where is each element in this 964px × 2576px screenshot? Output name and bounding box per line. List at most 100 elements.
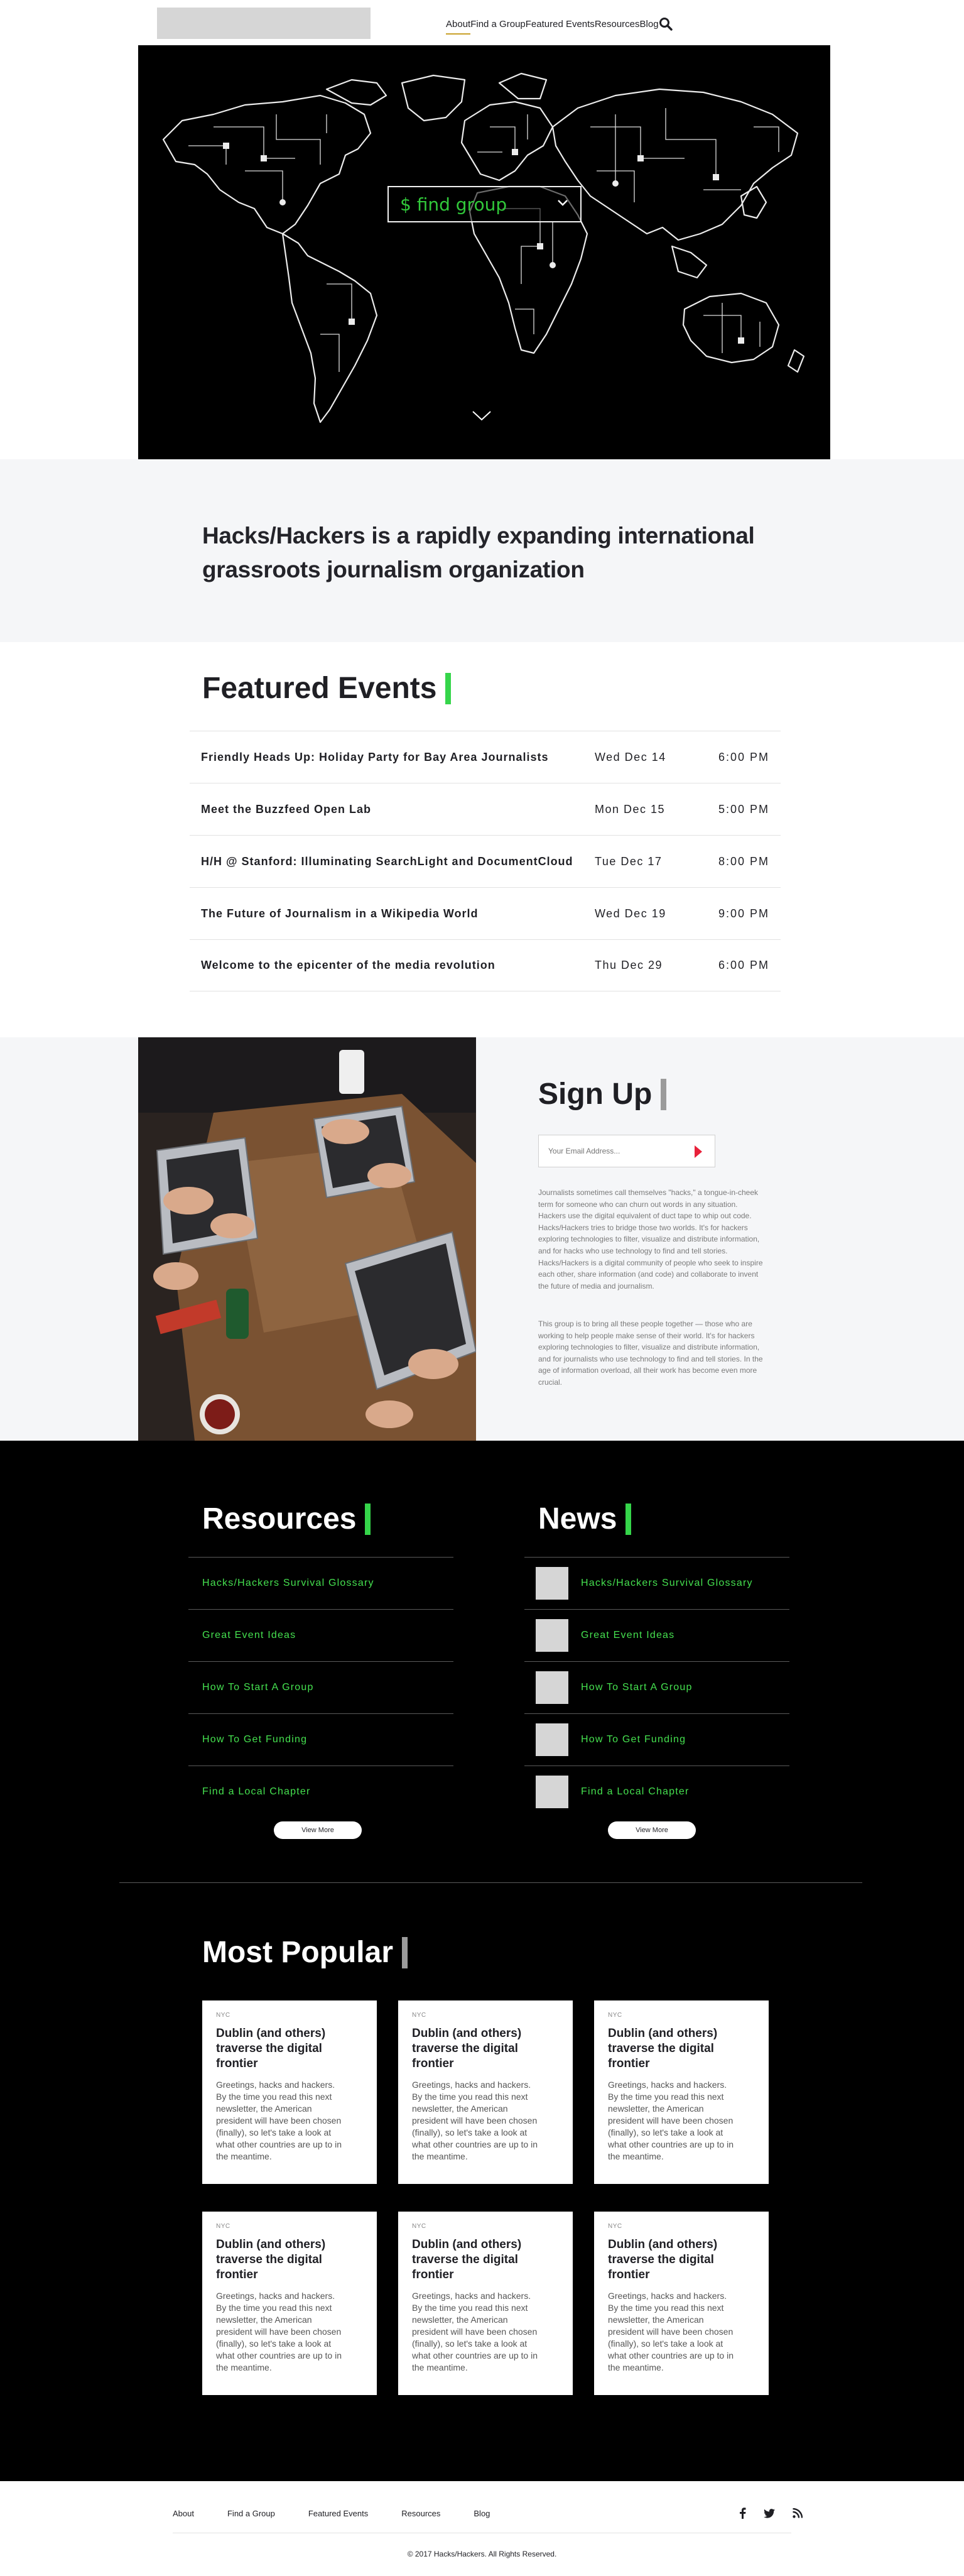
popular-card[interactable]: NYC Dublin (and others) traverse the dig… <box>594 2212 769 2395</box>
card-title: Dublin (and others) traverse the digital… <box>412 2238 522 2281</box>
card-title: Dublin (and others) traverse the digital… <box>608 2027 718 2070</box>
footer-nav-resources[interactable]: Resources <box>401 2509 440 2518</box>
card-body: Greetings, hacks and hackers. By the tim… <box>608 2080 734 2161</box>
event-title: Welcome to the epicenter of the media re… <box>201 959 496 971</box>
mission-statement: Hacks/Hackers is a rapidly expanding int… <box>202 523 755 582</box>
section-divider <box>119 1882 862 1883</box>
event-title: H/H @ Stanford: Illuminating SearchLight… <box>201 854 573 868</box>
popular-card[interactable]: NYC Dublin (and others) traverse the dig… <box>594 2000 769 2184</box>
news-view-more-button[interactable]: View More <box>608 1821 696 1839</box>
news-item[interactable]: Hacks/Hackers Survival Glossary <box>524 1557 789 1609</box>
news-thumbnail <box>536 1619 568 1652</box>
chevron-down-icon <box>556 199 569 210</box>
resources-view-more-button[interactable]: View More <box>274 1821 362 1839</box>
resource-link[interactable]: Find a Local Chapter <box>188 1766 453 1818</box>
card-tag: NYC <box>608 2223 622 2230</box>
resource-link[interactable]: Hacks/Hackers Survival Glossary <box>188 1557 453 1609</box>
event-title: Friendly Heads Up: Holiday Party for Bay… <box>201 750 549 763</box>
nav-find-a-group[interactable]: Find a Group <box>470 19 526 30</box>
footer-nav-blog[interactable]: Blog <box>474 2509 490 2518</box>
signup-title: Sign Up <box>538 1078 653 1111</box>
nav-resources[interactable]: Resources <box>595 19 640 30</box>
signup-description: This group is to bring all these people … <box>538 1319 763 1387</box>
search-icon[interactable] <box>659 17 673 31</box>
card-title: Dublin (and others) traverse the digital… <box>412 2027 522 2070</box>
nav-blog[interactable]: Blog <box>640 19 659 30</box>
news-thumbnail <box>536 1671 568 1704</box>
rss-icon[interactable] <box>793 2508 803 2521</box>
event-time: 5:00 PM <box>718 802 769 816</box>
news-item[interactable]: Great Event Ideas <box>524 1609 789 1661</box>
events-list: Friendly Heads Up: Holiday Party for Bay… <box>190 731 781 991</box>
news-thumbnail <box>536 1776 568 1808</box>
event-time: 6:00 PM <box>718 750 769 763</box>
event-date: Wed Dec 14 <box>595 750 666 763</box>
find-group-dropdown[interactable]: $ find group <box>387 186 582 222</box>
nav-featured-events[interactable]: Featured Events <box>526 19 595 30</box>
scroll-down-chevron-icon[interactable] <box>471 410 492 425</box>
footer-nav-find-a-group[interactable]: Find a Group <box>227 2509 275 2518</box>
nav-about[interactable]: About <box>446 19 471 35</box>
heading-accent-bar <box>365 1503 371 1535</box>
popular-card[interactable]: NYC Dublin (and others) traverse the dig… <box>202 2000 377 2184</box>
card-title: Dublin (and others) traverse the digital… <box>216 2027 326 2070</box>
resources-title: Resources <box>202 1502 357 1536</box>
event-title: Meet the Buzzfeed Open Lab <box>201 802 372 816</box>
popular-card[interactable]: NYC Dublin (and others) traverse the dig… <box>398 2000 573 2184</box>
event-time: 9:00 PM <box>718 907 769 920</box>
social-links <box>721 2508 803 2522</box>
card-tag: NYC <box>412 2012 426 2019</box>
event-time: 8:00 PM <box>718 854 769 868</box>
email-input[interactable] <box>548 1147 686 1155</box>
resources-list: Hacks/Hackers Survival Glossary Great Ev… <box>188 1557 453 1818</box>
heading-accent-bar <box>402 1936 408 1968</box>
news-title: News <box>538 1502 617 1536</box>
card-tag: NYC <box>216 2223 230 2230</box>
news-heading: News <box>538 1502 632 1536</box>
heading-accent-bar <box>661 1078 667 1110</box>
event-row[interactable]: Meet the Buzzfeed Open Lab Mon Dec 15 5:… <box>190 783 781 835</box>
news-link: How To Start A Group <box>581 1682 693 1693</box>
main-nav: About Find a Group Featured Events Resou… <box>446 17 673 35</box>
featured-events-title: Featured Events <box>202 672 437 705</box>
hero-banner: $ find group <box>138 45 830 459</box>
news-thumbnail <box>536 1567 568 1600</box>
email-signup-form <box>538 1135 715 1167</box>
news-link: How To Get Funding <box>581 1734 686 1745</box>
twitter-icon[interactable] <box>764 2508 775 2521</box>
event-row[interactable]: Friendly Heads Up: Holiday Party for Bay… <box>190 731 781 783</box>
event-date: Mon Dec 15 <box>595 802 666 816</box>
news-item[interactable]: Find a Local Chapter <box>524 1766 789 1818</box>
find-group-label: $ find group <box>400 194 507 215</box>
event-date: Tue Dec 17 <box>595 854 663 868</box>
event-row[interactable]: The Future of Journalism in a Wikipedia … <box>190 887 781 939</box>
footer-nav-featured-events[interactable]: Featured Events <box>308 2509 368 2518</box>
resources-heading: Resources <box>202 1502 371 1536</box>
event-row[interactable]: H/H @ Stanford: Illuminating SearchLight… <box>190 835 781 887</box>
news-item[interactable]: How To Start A Group <box>524 1661 789 1713</box>
heading-accent-bar <box>445 672 452 704</box>
submit-arrow-icon[interactable] <box>695 1145 702 1158</box>
resource-link[interactable]: How To Start A Group <box>188 1661 453 1713</box>
site-footer <box>0 2481 964 2576</box>
news-link: Great Event Ideas <box>581 1630 675 1640</box>
circuit-world-map <box>162 72 805 423</box>
resource-link[interactable]: How To Get Funding <box>188 1713 453 1766</box>
most-popular-title: Most Popular <box>202 1936 394 1969</box>
event-row[interactable]: Welcome to the epicenter of the media re… <box>190 939 781 991</box>
card-title: Dublin (and others) traverse the digital… <box>608 2238 718 2281</box>
footer-nav-about[interactable]: About <box>173 2509 194 2518</box>
featured-events-heading: Featured Events <box>202 671 452 706</box>
card-body: Greetings, hacks and hackers. By the tim… <box>412 2080 538 2161</box>
most-popular-heading: Most Popular <box>202 1935 408 1970</box>
popular-card[interactable]: NYC Dublin (and others) traverse the dig… <box>398 2212 573 2395</box>
hackathon-photo <box>138 1037 476 1441</box>
news-item[interactable]: How To Get Funding <box>524 1713 789 1766</box>
facebook-icon[interactable] <box>739 2508 746 2522</box>
card-title: Dublin (and others) traverse the digital… <box>216 2238 326 2281</box>
resource-link[interactable]: Great Event Ideas <box>188 1609 453 1661</box>
popular-card[interactable]: NYC Dublin (and others) traverse the dig… <box>202 2212 377 2395</box>
signup-heading: Sign Up <box>538 1077 667 1111</box>
logo-placeholder[interactable] <box>157 8 371 39</box>
card-body: Greetings, hacks and hackers. By the tim… <box>216 2291 342 2372</box>
